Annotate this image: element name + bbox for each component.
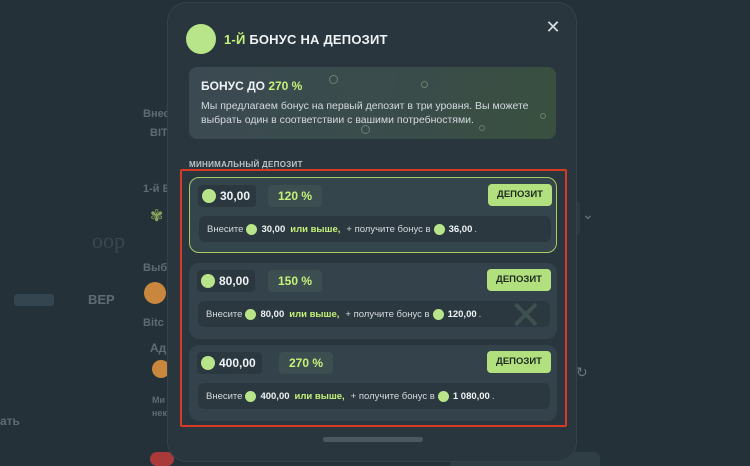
info-prefix: Внесите (206, 390, 243, 402)
coin-icon (202, 189, 216, 203)
bg-text-fragment: Выб (143, 262, 168, 274)
chevron-down-icon: ⌄ (582, 206, 594, 222)
tier-amount: 80,00 (219, 274, 250, 288)
coin-icon (201, 356, 215, 370)
close-icon[interactable]: ✕ (544, 18, 562, 36)
coin-icon (245, 308, 257, 320)
bonus-card-title: БОНУС ДО 270 % (201, 79, 302, 93)
coin-icon (432, 308, 444, 320)
info-amount: 400,00 (260, 390, 290, 402)
bonus-card-description: Мы предлагаем бонус на первый депозит в … (201, 100, 529, 126)
tier-amount-chip: 80,00 (197, 270, 256, 292)
deposit-button[interactable]: ДЕПОЗИТ (487, 269, 551, 291)
deposit-button[interactable]: ДЕПОЗИТ (487, 351, 551, 373)
tier-amount: 30,00 (220, 189, 251, 203)
coin-icon (437, 390, 449, 402)
info-end: . (478, 308, 482, 320)
tier-info: Внесите 30,00 или выше, + получите бонус… (199, 216, 551, 242)
bubble-decoration (421, 81, 428, 88)
deposit-tiers-highlight: 30,00 120 % ДЕПОЗИТ Внесите 30,00 или вы… (180, 169, 567, 427)
coin-icon (245, 390, 257, 402)
tier-info: Внесите 80,00 или выше, + получите бонус… (198, 301, 550, 327)
bg-text-fragment: ать (0, 414, 20, 428)
bg-text-fragment: Внес (143, 108, 170, 120)
modal-header: 1-Й БОНУС НА ДЕПОЗИТ (186, 21, 388, 57)
info-or-more: или выше, (289, 308, 340, 320)
tier-amount-chip: 400,00 (197, 352, 262, 374)
info-or-more: или выше, (294, 390, 345, 402)
scroll-handle[interactable] (323, 437, 423, 442)
bg-text-fragment: Ми (152, 395, 166, 405)
deposit-button[interactable]: ДЕПОЗИТ (488, 184, 552, 206)
info-middle: + получите бонус в (346, 223, 431, 235)
coin-icon (433, 223, 445, 235)
leaf-icon: ✾ (150, 208, 164, 225)
bubble-decoration (329, 75, 338, 84)
deposit-tier[interactable]: 30,00 120 % ДЕПОЗИТ Внесите 30,00 или вы… (189, 177, 557, 253)
bonus-info-card: БОНУС ДО 270 % Мы предлагаем бонус на пе… (189, 67, 556, 139)
info-end: . (474, 223, 477, 235)
bonus-title-value: 270 % (268, 79, 303, 93)
bg-big-text: оор (92, 228, 125, 253)
bonus-title-prefix: БОНУС ДО (201, 79, 265, 93)
info-bonus: 1 080,00 (452, 390, 490, 402)
bg-text-fragment: Bitc (143, 317, 164, 329)
info-middle: + получите бонус в (350, 390, 435, 402)
bg-text-fragment: Ад (150, 341, 167, 355)
coin-icon (246, 223, 258, 235)
info-bonus: 120,00 (447, 308, 477, 320)
tier-info: Внесите 400,00 или выше, + получите бону… (198, 383, 550, 409)
bg-text-fragment: нек (152, 408, 167, 418)
bg-text-fragment: BIT (150, 127, 168, 139)
info-amount: 30,00 (261, 223, 286, 235)
info-middle: + получите бонус в (345, 308, 430, 320)
info-or-more: или выше, (290, 223, 341, 235)
info-amount: 80,00 (260, 308, 285, 320)
bonus-avatar-icon (186, 24, 216, 54)
title-accent: 1-Й (224, 31, 246, 47)
modal-title: 1-Й БОНУС НА ДЕПОЗИТ (224, 32, 388, 47)
info-prefix: Внесите (207, 223, 244, 235)
tier-amount-chip: 30,00 (198, 185, 257, 207)
deposit-tier[interactable]: 80,00 150 % ДЕПОЗИТ Внесите 80,00 или вы… (189, 263, 557, 339)
bg-text-fragment: ВЕР (88, 292, 115, 307)
title-rest: БОНУС НА ДЕПОЗИТ (249, 31, 388, 47)
decorative-x-icon: ✕ (509, 294, 543, 338)
tier-percent: 270 % (279, 352, 334, 374)
tier-percent: 150 % (268, 270, 323, 292)
bitcoin-icon (144, 282, 166, 304)
info-prefix: Внесите (206, 308, 243, 320)
info-bonus: 36,00 (448, 223, 473, 235)
section-label: МИНИМАЛЬНЫЙ ДЕПОЗИТ (189, 160, 303, 169)
tier-percent: 120 % (268, 185, 323, 207)
bonus-modal: 1-Й БОНУС НА ДЕПОЗИТ ✕ БОНУС ДО 270 % Мы… (167, 2, 577, 462)
deposit-tier[interactable]: 400,00 270 % ДЕПОЗИТ Внесите 400,00 или … (189, 345, 557, 421)
refresh-icon: ↻ (576, 364, 588, 380)
bg-badge (14, 294, 54, 306)
coin-icon (201, 274, 215, 288)
tier-amount: 400,00 (219, 356, 256, 370)
info-end: . (491, 390, 495, 402)
